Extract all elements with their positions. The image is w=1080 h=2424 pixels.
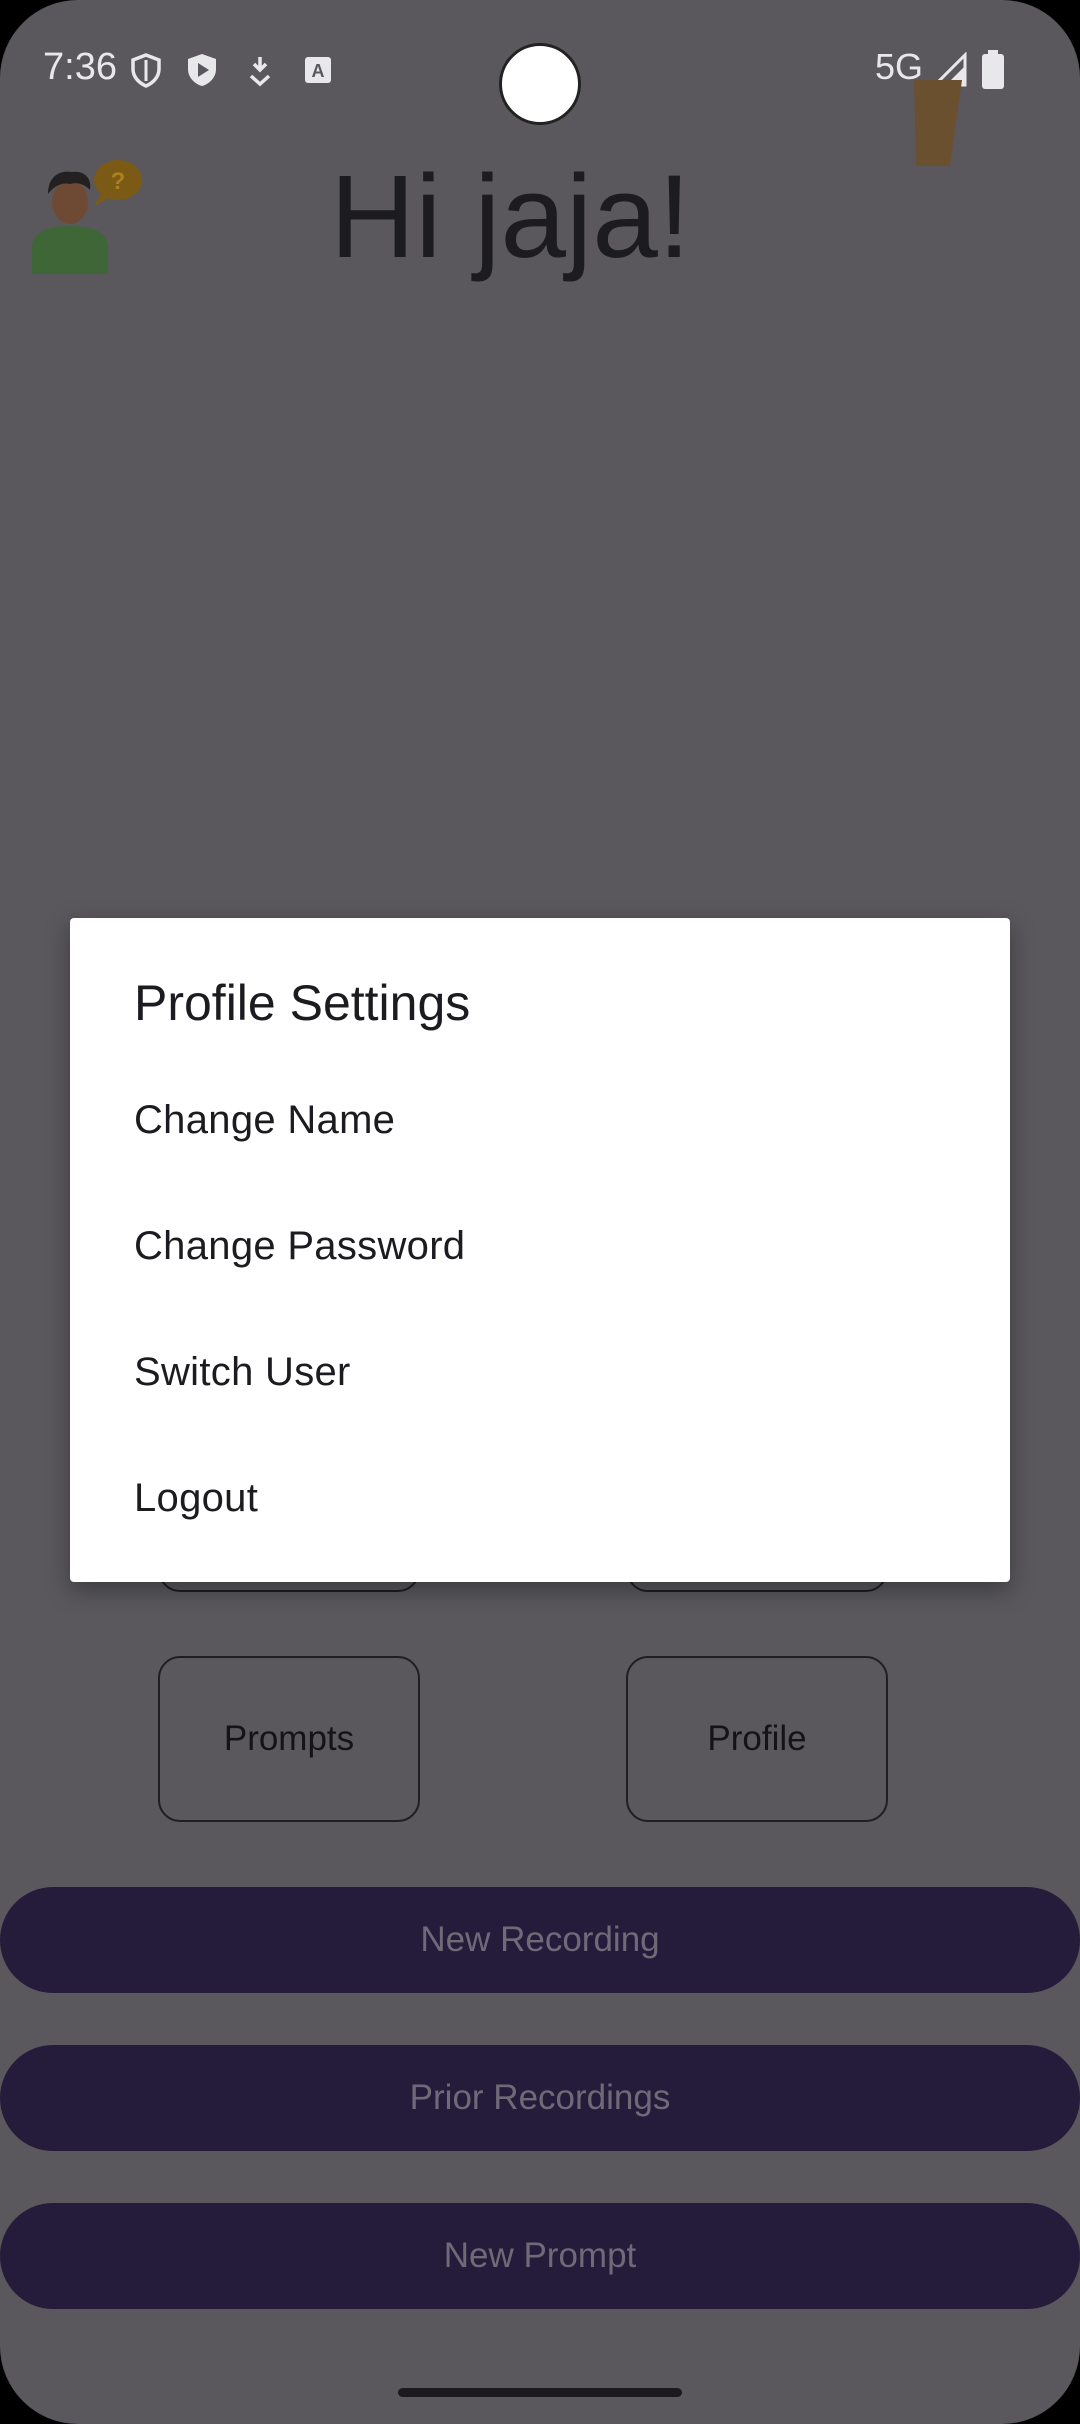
dialog-title: Profile Settings — [134, 975, 471, 1031]
shield-icon — [131, 53, 161, 88]
change-name-option[interactable]: Change Name — [134, 1098, 395, 1143]
new-prompt-button[interactable]: New Prompt — [0, 2203, 1080, 2309]
download-icon — [249, 57, 271, 87]
accessibility-font-icon: A — [305, 57, 331, 83]
change-password-option[interactable]: Change Password — [134, 1224, 465, 1269]
svg-text:?: ? — [111, 168, 126, 195]
gesture-nav-handle[interactable] — [398, 2388, 682, 2397]
switch-user-option[interactable]: Switch User — [134, 1350, 351, 1395]
prompts-button[interactable]: Prompts — [158, 1656, 420, 1822]
greeting-title: Hi jaja! — [330, 151, 691, 283]
play-protect-icon — [188, 54, 216, 86]
svg-text:A: A — [312, 61, 325, 81]
profile-settings-dialog: Profile Settings Change Name Change Pass… — [70, 918, 1010, 1582]
camera-cutout — [499, 43, 581, 125]
cup-icon — [914, 80, 962, 166]
profile-button[interactable]: Profile — [626, 1656, 888, 1822]
new-recording-button[interactable]: New Recording — [0, 1887, 1080, 1993]
battery-icon — [982, 50, 1004, 89]
prior-recordings-button[interactable]: Prior Recordings — [0, 2045, 1080, 2151]
person-question-icon: ? — [32, 160, 142, 274]
logout-option[interactable]: Logout — [134, 1476, 258, 1521]
status-time: 7:36 — [43, 46, 117, 88]
screen: 7:36 A 5G ? Hi jaja! Prompts Profile New… — [0, 0, 1080, 2424]
